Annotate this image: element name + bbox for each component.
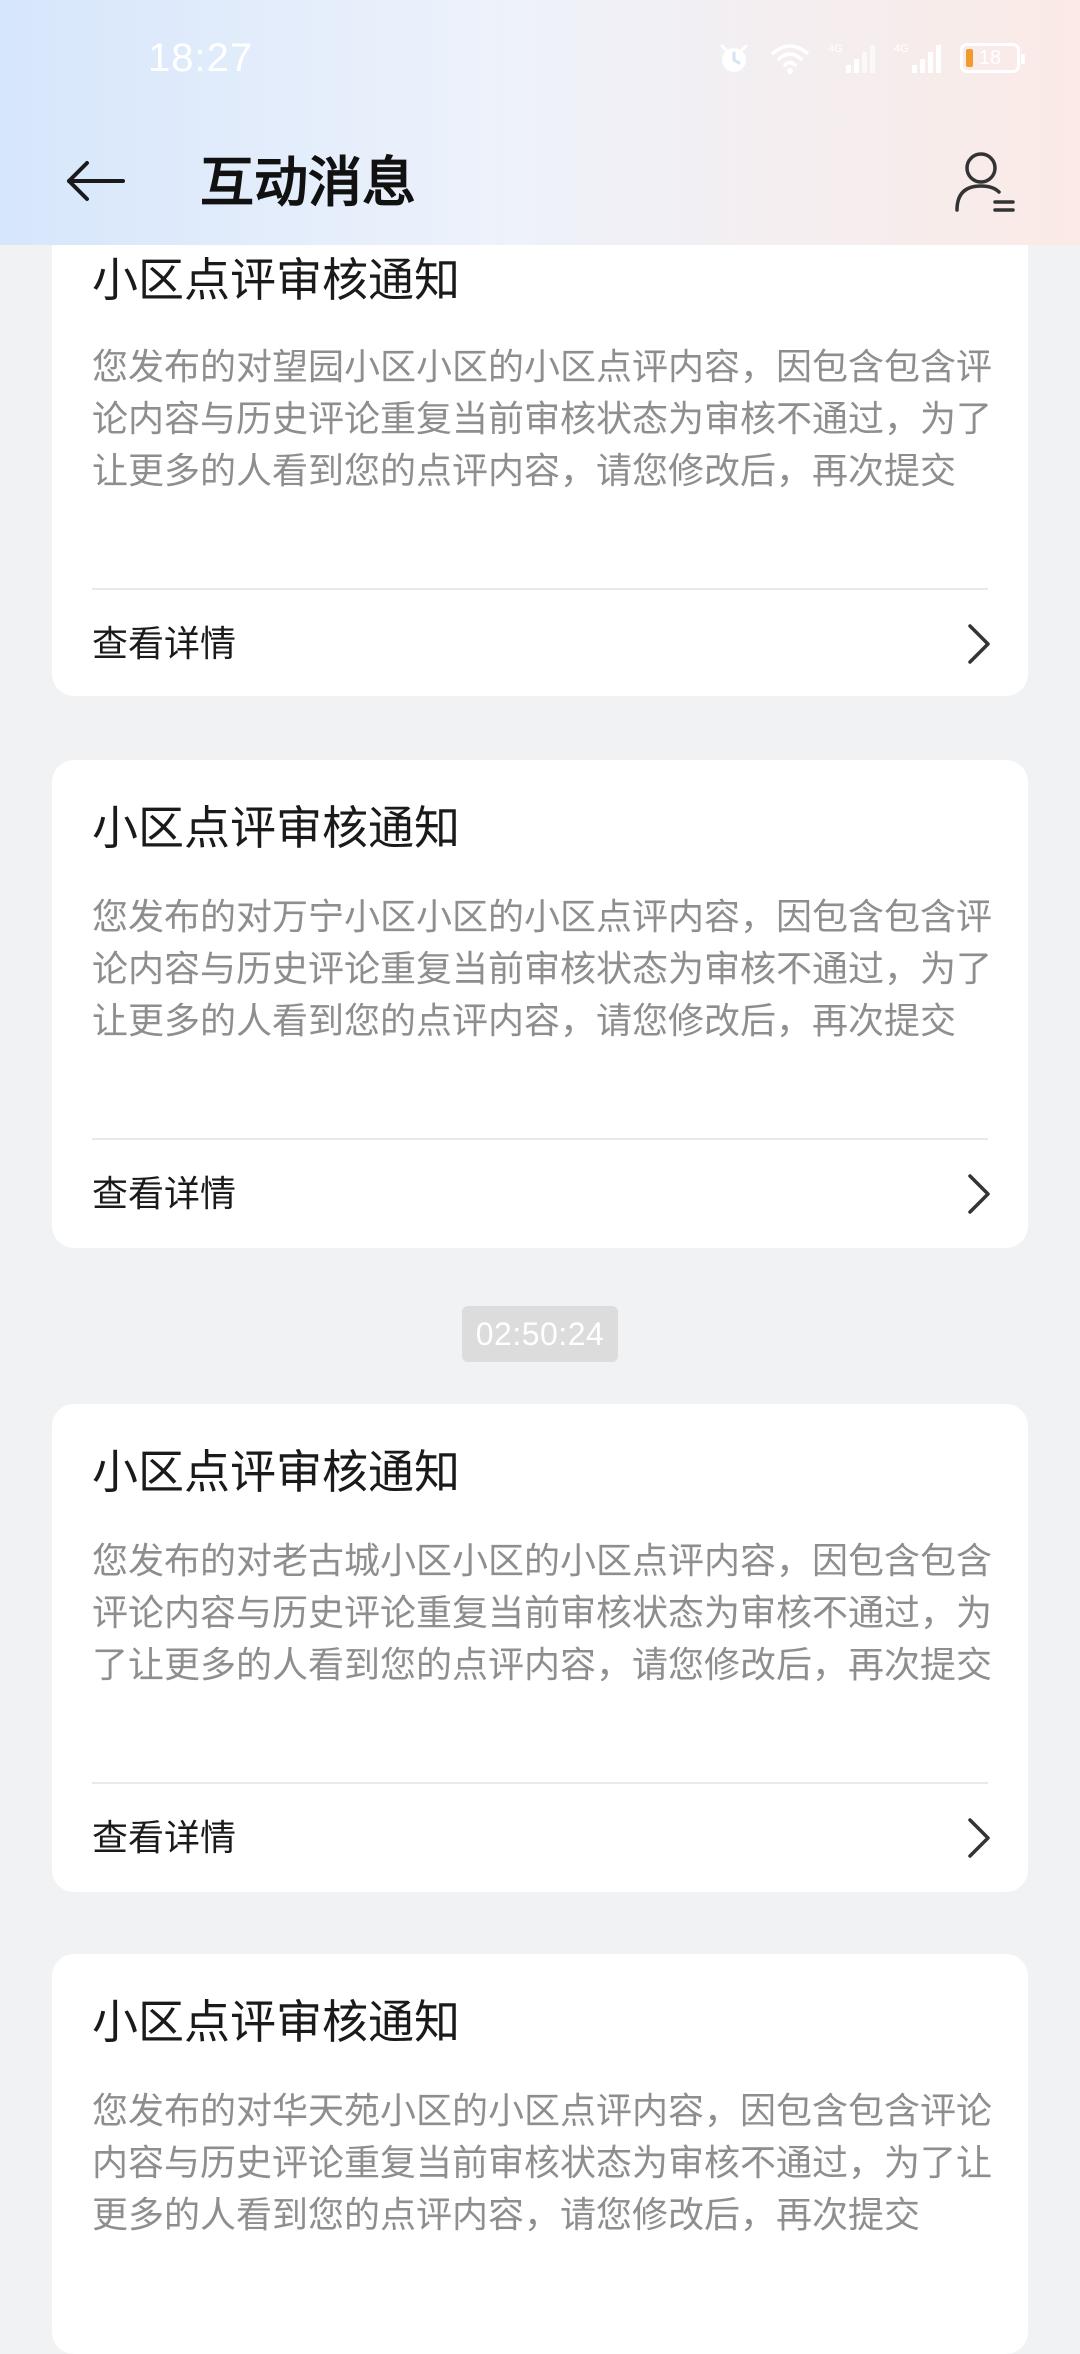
chevron-right-icon	[966, 622, 992, 670]
card-title: 小区点评审核通知	[92, 1995, 460, 2049]
notification-card: 小区点评审核通知 您发布的对望园小区小区的小区点评内容，因包含包含评论内容与历史…	[52, 200, 1028, 696]
app-header: 互动消息	[0, 120, 1080, 245]
signal-icon: 4G	[828, 41, 876, 75]
top-bar: 18:27 4G 4G 18 互动消息	[0, 0, 1080, 245]
card-body: 您发布的对望园小区小区的小区点评内容，因包含包含评论内容与历史评论重复当前审核状…	[92, 347, 993, 492]
message-list[interactable]: 小区点评审核通知 您发布的对望园小区小区的小区点评内容，因包含包含评论内容与历史…	[0, 0, 1080, 2354]
view-details-link[interactable]: 查看详情	[52, 1784, 1028, 1894]
status-bar: 18:27 4G 4G 18	[0, 0, 1080, 120]
status-time: 18:27	[148, 36, 254, 80]
card-title: 小区点评审核通知	[92, 253, 460, 307]
chevron-right-icon	[966, 1172, 992, 1220]
card-body: 您发布的对华天苑小区的小区点评内容，因包含包含评论内容与历史评论重复当前审核状态…	[92, 2091, 993, 2236]
alarm-icon	[716, 40, 752, 76]
notification-card: 小区点评审核通知 您发布的对老古城小区小区的小区点评内容，因包含包含评论内容与历…	[52, 1404, 1028, 1892]
chevron-right-icon	[966, 1816, 992, 1864]
back-arrow-icon	[63, 159, 127, 207]
back-button[interactable]	[60, 148, 130, 218]
notification-card: 小区点评审核通知 您发布的对万宁小区小区的小区点评内容，因包含包含评论内容与历史…	[52, 760, 1028, 1248]
view-details-label: 查看详情	[92, 624, 237, 665]
view-details-link[interactable]: 查看详情	[52, 1140, 1028, 1250]
view-details-label: 查看详情	[92, 1174, 237, 1215]
battery-level	[966, 49, 973, 67]
card-body: 您发布的对万宁小区小区的小区点评内容，因包含包含评论内容与历史评论重复当前审核状…	[92, 897, 993, 1042]
user-settings-icon	[953, 148, 1017, 220]
battery-icon: 18	[960, 43, 1025, 73]
notification-card: 小区点评审核通知 您发布的对华天苑小区的小区点评内容，因包含包含评论内容与历史评…	[52, 1954, 1028, 2354]
status-icons: 4G 4G 18	[716, 40, 1025, 76]
signal-icon: 4G	[894, 41, 942, 75]
view-details-link[interactable]: 查看详情	[52, 590, 1028, 700]
battery-percent: 18	[978, 46, 1002, 69]
network-label: 4G	[894, 43, 909, 55]
network-label: 4G	[828, 43, 843, 55]
profile-button[interactable]	[945, 144, 1025, 224]
card-title: 小区点评审核通知	[92, 801, 460, 855]
view-details-label: 查看详情	[92, 1818, 237, 1859]
page-title: 互动消息	[200, 151, 416, 214]
card-body: 您发布的对老古城小区小区的小区点评内容，因包含包含评论内容与历史评论重复当前审核…	[92, 1541, 993, 1686]
wifi-icon	[770, 41, 810, 75]
timestamp-badge: 02:50:24	[462, 1306, 618, 1362]
card-title: 小区点评审核通知	[92, 1445, 460, 1499]
